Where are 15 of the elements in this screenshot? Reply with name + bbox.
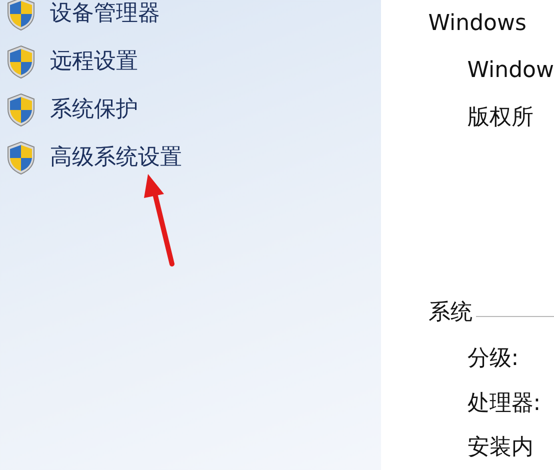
- shield-icon: [6, 141, 36, 175]
- shield-icon: [6, 93, 36, 127]
- sidebar-link[interactable]: 远程设置: [50, 51, 138, 73]
- field-label: 处理器:: [467, 390, 541, 417]
- sidebar-link[interactable]: 高级系统设置: [50, 147, 182, 169]
- sidebar-link[interactable]: 设备管理器: [50, 3, 160, 25]
- shield-icon: [6, 0, 36, 31]
- shield-icon: [6, 45, 36, 79]
- section-title: 系统: [428, 300, 472, 326]
- field-label: 分级:: [467, 346, 519, 372]
- sidebar-link[interactable]: 系统保护: [50, 99, 138, 121]
- edition-text: 版权所: [467, 105, 534, 132]
- field-label: 安装内: [467, 434, 534, 461]
- edition-text: Window: [467, 58, 554, 84]
- edition-heading: Windows: [428, 10, 526, 37]
